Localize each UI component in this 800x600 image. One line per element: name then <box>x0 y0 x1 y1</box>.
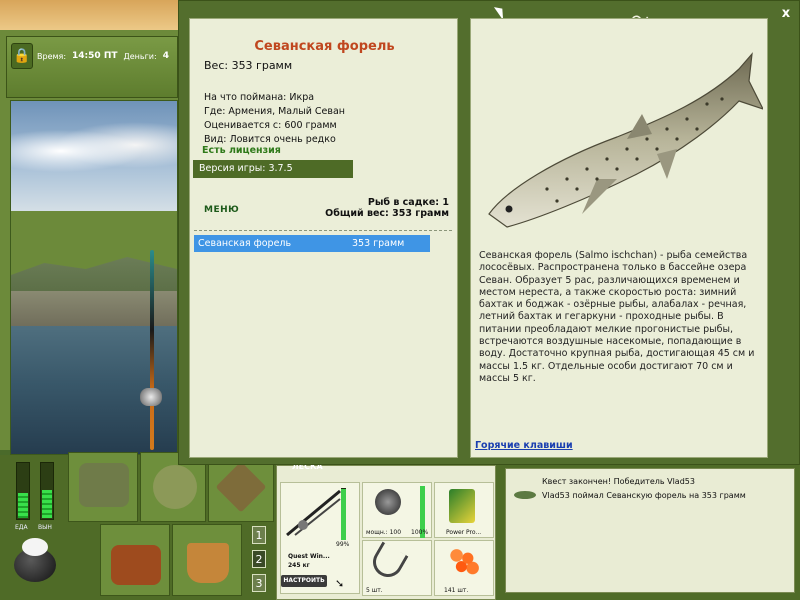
roe-bait-icon <box>447 547 479 575</box>
close-button[interactable]: x <box>779 7 793 21</box>
line-name: Power Pro... <box>446 529 482 536</box>
bucket-slot[interactable] <box>172 524 242 596</box>
quest-message-1: Квест закончен! Победитель Vlad53 <box>542 477 695 486</box>
license-status: Есть лицензия <box>202 145 281 156</box>
clouds <box>11 121 177 181</box>
hook-count: 5 шт. <box>366 587 383 594</box>
catch-row-weight: 353 грамм <box>352 238 405 249</box>
money-label: Деньги: <box>123 51 157 61</box>
fishing-rod[interactable] <box>150 250 154 450</box>
fish-name-title: Севанская форель <box>254 39 395 54</box>
hud-stats: Время: 14:50 ПТ Деньги: 4 <box>37 51 177 61</box>
bait-count: 141 шт. <box>444 587 469 594</box>
hotkeys-link[interactable]: Горячие клавиши <box>475 440 573 451</box>
catch-info-pane: Севанская форель Вес: 353 грамм На что п… <box>189 18 458 458</box>
backpack-slot[interactable] <box>68 452 138 522</box>
rod-name: Quest Win... <box>288 553 330 560</box>
hook-icon <box>367 541 409 583</box>
menu-button[interactable]: МЕНЮ <box>204 205 239 215</box>
trout-image <box>488 52 763 228</box>
food-pot-icon[interactable] <box>10 530 60 585</box>
sack-icon <box>153 465 197 509</box>
stamina-meter-fill <box>42 490 52 518</box>
rod-condition-fill <box>341 488 346 540</box>
rod-percent: 99% <box>336 541 350 548</box>
quick-slot-3[interactable]: 3 <box>252 574 266 592</box>
tool-icon <box>215 461 267 513</box>
food-meter <box>16 462 30 520</box>
fishing-reel <box>140 388 162 406</box>
basket-icon <box>111 545 161 585</box>
bucket-icon <box>187 543 229 583</box>
time-value: 14:50 ПТ <box>72 51 118 61</box>
keep-net-summary: Рыб в садке: 1 Общий вес: 353 грамм <box>325 197 449 219</box>
stamina-meter <box>40 462 54 520</box>
fish-icon <box>514 491 536 499</box>
setup-button[interactable]: НАСТРОИТЬ <box>281 575 327 587</box>
reel-icon <box>375 489 401 515</box>
line-spool-icon <box>449 489 475 523</box>
fish-description-pane: Севанская форель (Salmo ischchan) - рыба… <box>470 18 768 458</box>
fish-description: Севанская форель (Salmo ischchan) - рыба… <box>479 250 755 384</box>
valuation-info: Оценивается с: 600 грамм <box>204 120 337 131</box>
game-version: Версия игры: 3.7.5 <box>193 160 353 178</box>
rod-condition-bar <box>341 488 346 540</box>
catch-row-name: Севанская форель <box>198 238 292 249</box>
reel-percent: 100% <box>411 529 429 536</box>
pot-rice <box>22 538 48 556</box>
money-value: 4 <box>162 51 169 61</box>
reel-power: мощн.: 100 <box>366 529 402 536</box>
quick-slot-1[interactable]: 1 <box>252 526 266 544</box>
quick-slot-2[interactable]: 2 <box>252 550 266 568</box>
keep-net-count: Рыб в садке: 1 <box>367 197 449 208</box>
divider <box>194 230 452 231</box>
bait-info: На что поймана: Икра <box>204 92 315 103</box>
basket-slot[interactable] <box>100 524 170 596</box>
lock-icon[interactable]: 🔒 <box>11 43 33 69</box>
fish-weight: Вес: 353 грамм <box>204 59 293 72</box>
rod-load: 245 кг <box>288 562 310 569</box>
keep-net-total: Общий вес: 353 грамм <box>325 208 449 219</box>
backpack-icon <box>79 463 129 507</box>
location-info: Где: Армения, Малый Севан <box>204 106 346 117</box>
time-label: Время: <box>37 51 67 61</box>
arrow-icon: ➘ <box>335 577 345 590</box>
catch-list-row[interactable]: Севанская форель 353 грамм <box>194 235 430 252</box>
hud-info-bar: 🔒 Время: 14:50 ПТ Деньги: 4 <box>6 36 178 98</box>
quest-log: Квест закончен! Победитель Vlad53 Vlad53… <box>505 468 795 593</box>
rod-set-icon <box>286 489 341 537</box>
food-meter-fill <box>18 492 28 518</box>
catch-details: На что поймана: Икра Где: Армения, Малый… <box>204 91 345 147</box>
quest-message-2: Vlad53 поймал Севанскую форель на 353 гр… <box>542 491 746 500</box>
